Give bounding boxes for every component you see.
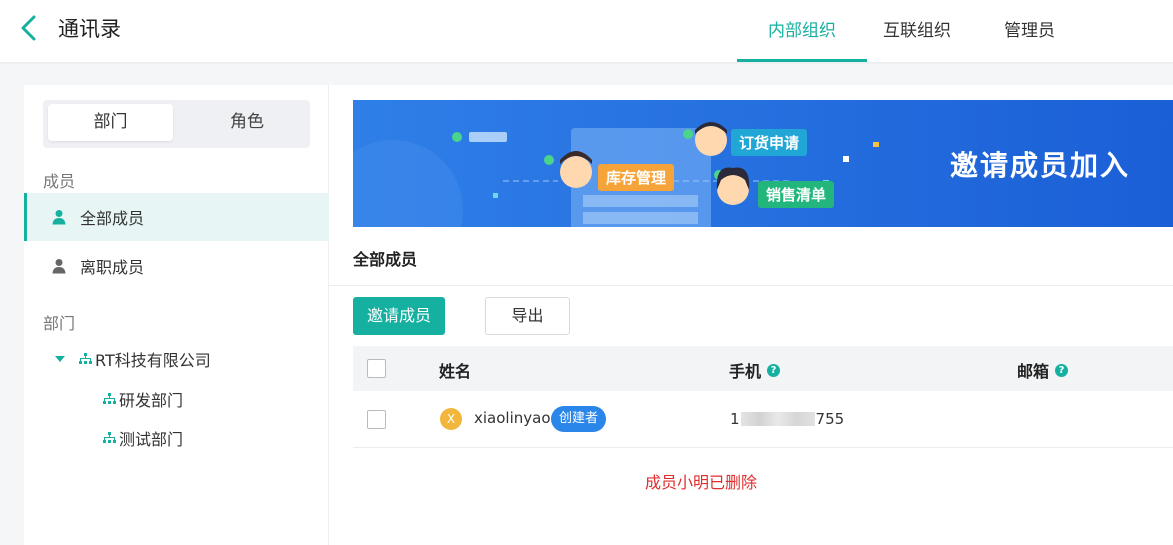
section-title: 全部成员 — [353, 250, 418, 269]
tree-dept-test-label: 测试部门 — [119, 430, 184, 449]
segment-control: 部门 角色 — [43, 100, 310, 148]
member-name[interactable]: xiaolinyao — [474, 409, 551, 427]
export-button[interactable]: 导出 — [485, 297, 570, 335]
invite-banner[interactable]: 订货申请 库存管理 销售清单 邀请成员加入 — [353, 100, 1173, 227]
nav-resigned-members[interactable]: 离职成员 — [24, 242, 329, 290]
col-phone: 手机 ? — [729, 358, 781, 382]
org-chart-icon — [103, 393, 116, 404]
col-email: 邮箱 ? — [1017, 358, 1069, 382]
page-title: 通讯录 — [58, 17, 121, 41]
col-name-label: 姓名 — [439, 362, 472, 381]
nav-all-members-label: 全部成员 — [80, 209, 145, 228]
help-icon[interactable]: ? — [1055, 363, 1069, 377]
main-panel: 订货申请 库存管理 销售清单 邀请成员加入 全部成员 邀请成员 导出 姓名 手机… — [329, 85, 1173, 545]
tab-admin[interactable]: 管理员 — [967, 0, 1092, 62]
table-header: 姓名 手机 ? 邮箱 ? — [353, 346, 1173, 391]
org-tabs: 内部组织 互联组织 管理员 — [737, 0, 1092, 62]
tree-company-label: RT科技有限公司 — [95, 351, 211, 370]
back-arrow-icon[interactable] — [18, 14, 42, 42]
invite-member-button[interactable]: 邀请成员 — [353, 297, 445, 335]
member-phone: 1 755 — [730, 410, 844, 428]
avatar: X — [440, 408, 462, 430]
org-chart-icon — [103, 432, 116, 443]
members-section-label: 成员 — [43, 172, 76, 191]
select-all-checkbox[interactable] — [367, 359, 386, 378]
org-chart-icon — [79, 353, 92, 364]
creator-badge: 创建者 — [551, 406, 607, 432]
dept-section-label: 部门 — [43, 314, 76, 333]
banner-tag-order: 订货申请 — [731, 129, 808, 156]
banner-tag-inventory: 库存管理 — [598, 164, 675, 191]
tree-company[interactable]: RT科技有限公司 — [55, 347, 211, 371]
tab-internal-org[interactable]: 内部组织 — [737, 0, 867, 62]
person-icon — [52, 210, 66, 225]
phone-suffix: 755 — [815, 410, 845, 428]
tree-dept-rnd-label: 研发部门 — [119, 391, 184, 410]
tab-linked-org[interactable]: 互联组织 — [867, 0, 967, 62]
tree-dept-rnd[interactable]: 研发部门 — [103, 387, 183, 411]
phone-redacted — [740, 412, 815, 426]
deleted-notice: 成员小明已删除 — [645, 473, 758, 492]
tree-dept-test[interactable]: 测试部门 — [103, 426, 183, 450]
segment-department[interactable]: 部门 — [48, 104, 173, 141]
person-icon — [52, 259, 66, 274]
col-name: 姓名 — [439, 358, 471, 382]
nav-resigned-members-label: 离职成员 — [80, 258, 145, 277]
col-phone-label: 手机 — [729, 362, 762, 381]
segment-role[interactable]: 角色 — [197, 104, 297, 141]
top-header: 通讯录 内部组织 互联组织 管理员 — [0, 0, 1173, 62]
banner-headline: 邀请成员加入 — [950, 149, 1131, 182]
col-email-label: 邮箱 — [1017, 362, 1050, 381]
row-checkbox[interactable] — [367, 410, 386, 429]
divider — [329, 285, 1173, 286]
help-icon[interactable]: ? — [767, 363, 781, 377]
sidebar: 部门 角色 成员 全部成员 离职成员 部门 RT科技有限公司 研发部门 测试部门 — [24, 85, 329, 545]
expand-caret-icon[interactable] — [55, 356, 65, 362]
banner-tag-sales: 销售清单 — [758, 181, 835, 208]
phone-prefix: 1 — [730, 410, 740, 428]
table-row[interactable]: X xiaolinyao 创建者 1 755 — [353, 391, 1173, 448]
nav-all-members[interactable]: 全部成员 — [24, 193, 329, 241]
